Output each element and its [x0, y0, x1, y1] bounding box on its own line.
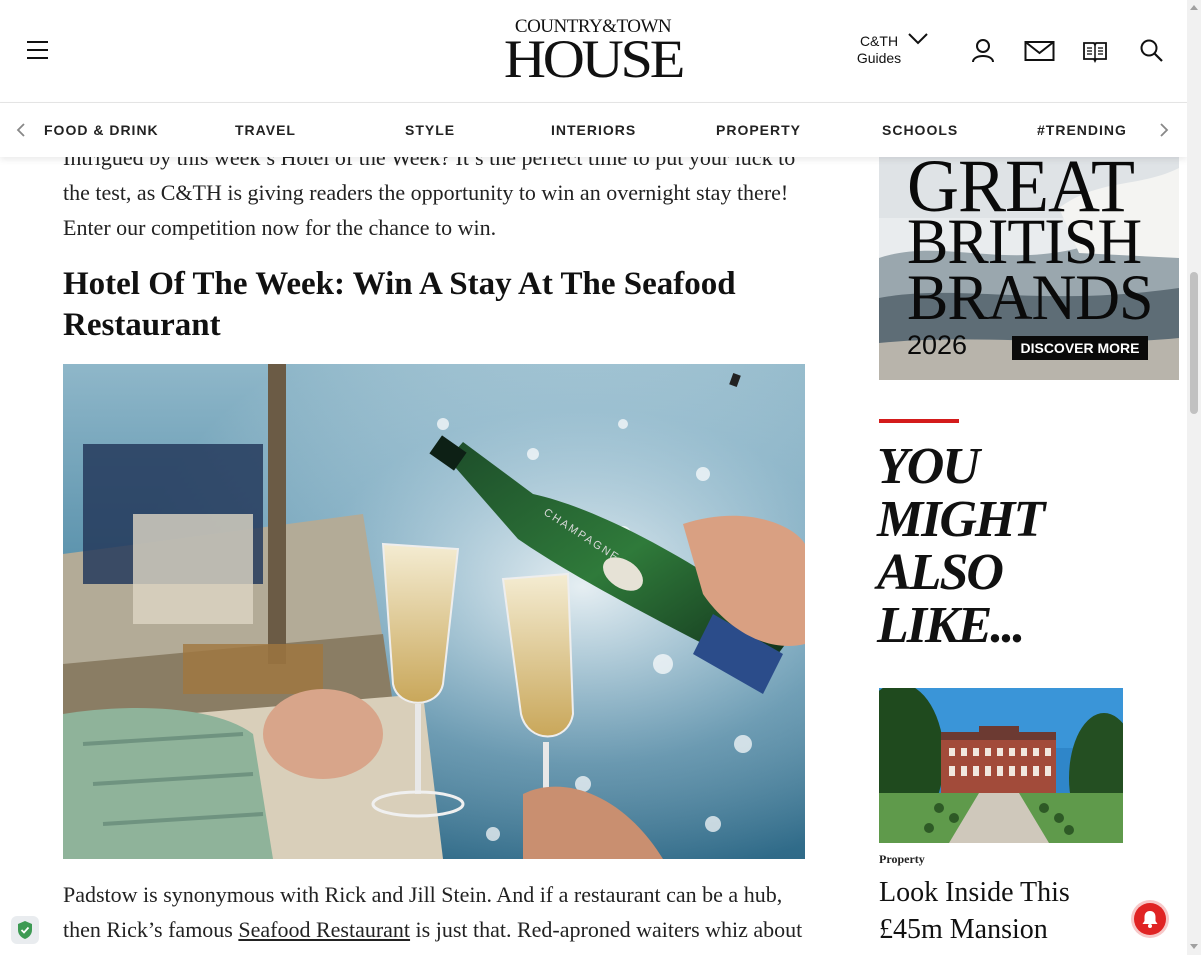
related-article-title[interactable]: Look Inside This £45m Mansion — [879, 874, 1119, 948]
chevron-down-icon[interactable] — [907, 30, 929, 46]
hero-image: CHAMPAGNE — [63, 364, 805, 859]
chevron-left-icon[interactable] — [15, 122, 27, 138]
scroll-thumb[interactable] — [1190, 272, 1198, 414]
guides-line1: C&TH — [859, 33, 899, 49]
bell-glyph — [1142, 911, 1158, 928]
champagne-photo: CHAMPAGNE — [63, 364, 805, 859]
seafood-restaurant-link[interactable]: Seafood Restaurant — [238, 917, 410, 942]
guides-menu[interactable]: C&TH Guides — [849, 33, 909, 67]
book-icon[interactable] — [1082, 38, 1108, 64]
section-accent-rule — [879, 419, 959, 423]
nav-item-interiors[interactable]: INTERIORS — [551, 122, 636, 138]
nav-item-style[interactable]: STYLE — [405, 122, 455, 138]
site-header: COUNTRY&TOWN HOUSE C&TH Guides — [0, 0, 1187, 103]
mail-icon[interactable] — [1024, 38, 1055, 64]
category-nav: FOOD & DRINK TRAVEL STYLE INTERIORS PROP… — [0, 103, 1187, 157]
search-icon[interactable] — [1139, 38, 1165, 64]
shield-glyph — [18, 921, 32, 939]
nav-item-property[interactable]: PROPERTY — [716, 122, 801, 138]
related-article-image[interactable] — [879, 688, 1123, 843]
nav-item-trending[interactable]: #TRENDING — [1037, 122, 1127, 138]
related-article-category[interactable]: Property — [879, 852, 925, 867]
nav-item-food-drink[interactable]: FOOD & DRINK — [44, 122, 159, 138]
scroll-up-arrow-icon[interactable] — [1190, 5, 1198, 10]
mansion-photo — [879, 688, 1123, 843]
page-scrollbar[interactable] — [1187, 0, 1201, 955]
user-icon[interactable] — [970, 38, 996, 64]
article-paragraph: Padstow is synonymous with Rick and Jill… — [63, 877, 808, 955]
article-body: Intrigued by this week’s Hotel of the We… — [63, 140, 813, 955]
discover-more-button[interactable]: DISCOVER MORE — [1012, 336, 1148, 360]
scroll-down-arrow-icon[interactable] — [1190, 944, 1198, 949]
logo-main-text: HOUSE — [503, 29, 685, 89]
site-logo[interactable]: COUNTRY&TOWN HOUSE — [504, 17, 685, 87]
ad-year: 2026 — [907, 330, 968, 360]
menu-icon[interactable] — [27, 41, 48, 59]
nav-item-travel[interactable]: TRAVEL — [235, 122, 296, 138]
chevron-right-icon[interactable] — [1158, 122, 1170, 138]
article-heading: Hotel Of The Week: Win A Stay At The Sea… — [63, 266, 736, 343]
you-might-also-like-heading: YOU MIGHT ALSO LIKE... — [877, 438, 1045, 654]
nav-item-schools[interactable]: SCHOOLS — [882, 122, 958, 138]
ad-line3: BRANDS — [907, 262, 1154, 334]
shield-icon[interactable] — [11, 916, 39, 944]
great-british-brands-ad[interactable]: GREAT BRITISH BRANDS 2026 DISCOVER MORE — [879, 148, 1179, 380]
guides-line2: Guides — [856, 50, 902, 66]
bell-icon[interactable] — [1134, 903, 1166, 935]
